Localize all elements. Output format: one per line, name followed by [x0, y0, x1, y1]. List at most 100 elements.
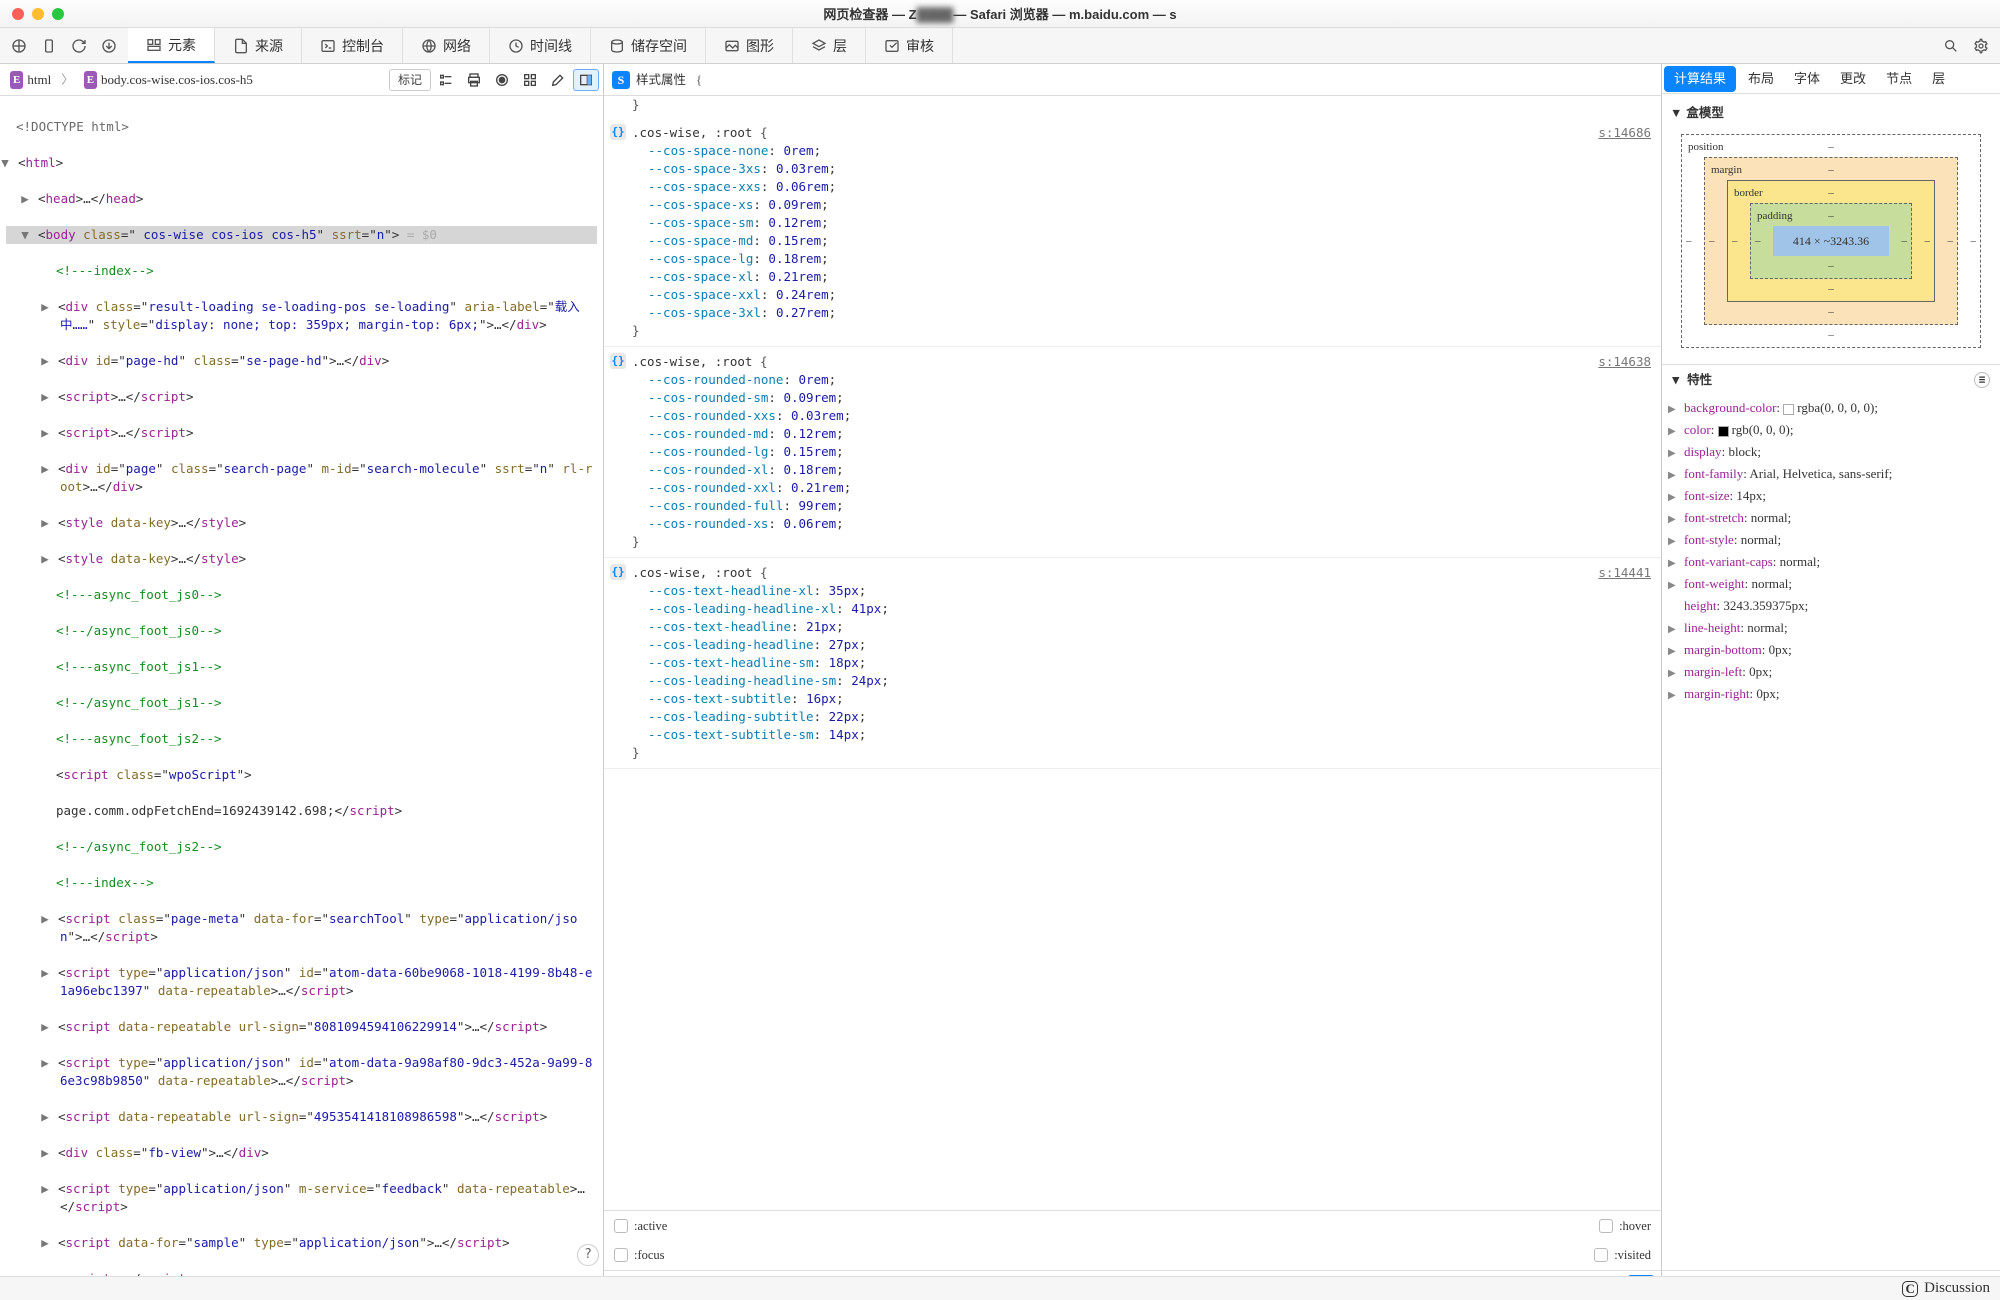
computed-property[interactable]: ▶color: rgb(0, 0, 0); [1662, 419, 2000, 441]
help-icon[interactable]: ? [577, 1244, 599, 1266]
box-model-diagram[interactable]: position–––– margin–––– border–––– paddi… [1681, 134, 1981, 348]
computed-property[interactable]: ▶margin-right: 0px; [1662, 683, 2000, 705]
timeline-icon [508, 38, 524, 54]
toggle-sidebar-icon[interactable] [573, 69, 599, 91]
layers-icon [811, 38, 827, 54]
network-icon [421, 38, 437, 54]
close-window-icon[interactable] [12, 8, 24, 20]
computed-property[interactable]: ▶margin-bottom: 0px; [1662, 639, 2000, 661]
css-rule[interactable]: {}s:14686.cos-wise, :root {--cos-space-n… [604, 118, 1661, 347]
subtab-layout[interactable]: 布局 [1738, 66, 1784, 92]
tab-console[interactable]: 控制台 [302, 28, 403, 63]
elements-icon [146, 37, 162, 53]
subtab-changes[interactable]: 更改 [1830, 66, 1876, 92]
rule-origin-icon: {} [610, 564, 626, 580]
tab-audit[interactable]: 审核 [866, 28, 953, 63]
device-icon[interactable] [34, 31, 64, 61]
pseudo-hover[interactable]: :hover [1599, 1217, 1651, 1235]
disclosure-triangle-icon[interactable]: ▼ [1672, 372, 1680, 387]
computed-subtabs: 计算结果 布局 字体 更改 节点 层 [1662, 64, 2000, 94]
computed-properties[interactable]: ▶background-color: rgba(0, 0, 0, 0);▶col… [1662, 395, 2000, 1270]
computed-property[interactable]: ▶font-family: Arial, Helvetica, sans-ser… [1662, 463, 2000, 485]
box-model-section: ▼盒模型 position–––– margin–––– border–––– … [1662, 94, 2000, 365]
computed-property[interactable]: ▶background-color: rgba(0, 0, 0, 0); [1662, 397, 2000, 419]
tree-outline-icon[interactable] [433, 69, 459, 91]
contrast-icon[interactable] [489, 69, 515, 91]
gear-icon[interactable] [1966, 31, 1996, 61]
pseudo-classes-bar-2: :focus :visited [604, 1240, 1661, 1270]
computed-property[interactable]: ▶font-size: 14px; [1662, 485, 2000, 507]
sources-icon [233, 38, 249, 54]
main-toolbar: 元素 来源 控制台 网络 时间线 储存空间 图形 层 审核 [0, 28, 2000, 64]
markup-button[interactable]: 标记 [389, 69, 431, 91]
console-icon [320, 38, 336, 54]
tab-sources[interactable]: 来源 [215, 28, 302, 63]
properties-menu-icon[interactable]: ≡ [1974, 372, 1990, 388]
tab-layers[interactable]: 层 [793, 28, 866, 63]
subtab-computed[interactable]: 计算结果 [1664, 66, 1736, 92]
search-icon[interactable] [1936, 31, 1966, 61]
window-titlebar: 网页检查器 — Z████— Safari 浏览器 — m.baidu.com … [0, 0, 2000, 28]
subtab-layers[interactable]: 层 [1922, 66, 1955, 92]
main-tabs: 元素 来源 控制台 网络 时间线 储存空间 图形 层 审核 [128, 28, 1932, 63]
print-icon[interactable] [461, 69, 487, 91]
pseudo-focus[interactable]: :focus [614, 1246, 665, 1264]
chevron-right-icon: 〉 [61, 71, 74, 89]
rule-source-link[interactable]: s:14686 [1598, 124, 1651, 142]
zoom-window-icon[interactable] [52, 8, 64, 20]
discussion-label[interactable]: Discussion [1924, 1280, 1990, 1297]
minimize-window-icon[interactable] [32, 8, 44, 20]
style-badge-icon: S [612, 71, 630, 89]
subtab-fonts[interactable]: 字体 [1784, 66, 1830, 92]
window-title: 网页检查器 — Z████— Safari 浏览器 — m.baidu.com … [823, 4, 1176, 23]
computed-property[interactable]: ▶line-height: normal; [1662, 617, 2000, 639]
traffic-lights [0, 8, 64, 20]
dom-panel: Ehtml 〉 Ebody.cos-wise.cos-ios.cos-h5 标记… [0, 64, 604, 1300]
rule-origin-icon: {} [610, 353, 626, 369]
styles-header: S 样式属性 { [604, 64, 1661, 96]
tab-elements[interactable]: 元素 [128, 28, 215, 63]
tab-storage[interactable]: 储存空间 [591, 28, 706, 63]
breadcrumb: Ehtml 〉 Ebody.cos-wise.cos-ios.cos-h5 标记 [0, 64, 603, 96]
paint-icon[interactable] [545, 69, 571, 91]
computed-property[interactable]: ▶font-weight: normal; [1662, 573, 2000, 595]
css-rule[interactable]: {}s:14638.cos-wise, :root {--cos-rounded… [604, 347, 1661, 558]
rule-source-link[interactable]: s:14638 [1598, 353, 1651, 371]
main-content: Ehtml 〉 Ebody.cos-wise.cos-ios.cos-h5 标记… [0, 64, 2000, 1300]
reload-icon[interactable] [64, 31, 94, 61]
tab-graphics[interactable]: 图形 [706, 28, 793, 63]
styles-rules[interactable]: {}s:14686.cos-wise, :root {--cos-space-n… [604, 116, 1661, 1210]
pseudo-classes-bar: :active :hover [604, 1210, 1661, 1240]
inspect-element-icon[interactable] [4, 31, 34, 61]
grid-icon[interactable] [517, 69, 543, 91]
rule-source-link[interactable]: s:14441 [1598, 564, 1651, 582]
subtab-node[interactable]: 节点 [1876, 66, 1922, 92]
computed-property[interactable]: height: 3243.359375px; [1662, 595, 2000, 617]
disclosure-triangle-icon[interactable]: ▼ [1670, 104, 1682, 122]
computed-property[interactable]: ▶font-variant-caps: normal; [1662, 551, 2000, 573]
download-icon[interactable] [94, 31, 124, 61]
computed-panel: 计算结果 布局 字体 更改 节点 层 ▼盒模型 position–––– mar… [1662, 64, 2000, 1300]
audit-icon [884, 38, 900, 54]
discussion-icon: C [1902, 1281, 1918, 1297]
computed-property[interactable]: ▶font-style: normal; [1662, 529, 2000, 551]
tab-timeline[interactable]: 时间线 [490, 28, 591, 63]
box-model-content: 414 × ~3243.36 [1773, 226, 1889, 256]
graphics-icon [724, 38, 740, 54]
selected-node: ▼<body class=" cos-wise cos-ios cos-h5" … [6, 226, 597, 244]
pseudo-active[interactable]: :active [614, 1217, 667, 1235]
properties-header: ▼ 特性 ≡ [1662, 365, 2000, 395]
computed-property[interactable]: ▶font-stretch: normal; [1662, 507, 2000, 529]
bottom-bar: C Discussion [0, 1276, 2000, 1300]
css-rule[interactable]: {}s:14441.cos-wise, :root {--cos-text-he… [604, 558, 1661, 769]
computed-property[interactable]: ▶display: block; [1662, 441, 2000, 463]
breadcrumb-html[interactable]: Ehtml [4, 69, 57, 91]
storage-icon [609, 38, 625, 54]
pseudo-visited[interactable]: :visited [1594, 1246, 1651, 1264]
tab-network[interactable]: 网络 [403, 28, 490, 63]
breadcrumb-body[interactable]: Ebody.cos-wise.cos-ios.cos-h5 [78, 69, 259, 91]
rule-origin-icon: {} [610, 124, 626, 140]
dom-tree[interactable]: <!DOCTYPE html> ▼<html> ▶<head>…</head> … [0, 96, 603, 1300]
styles-panel: S 样式属性 { } {}s:14686.cos-wise, :root {--… [604, 64, 1662, 1300]
computed-property[interactable]: ▶margin-left: 0px; [1662, 661, 2000, 683]
